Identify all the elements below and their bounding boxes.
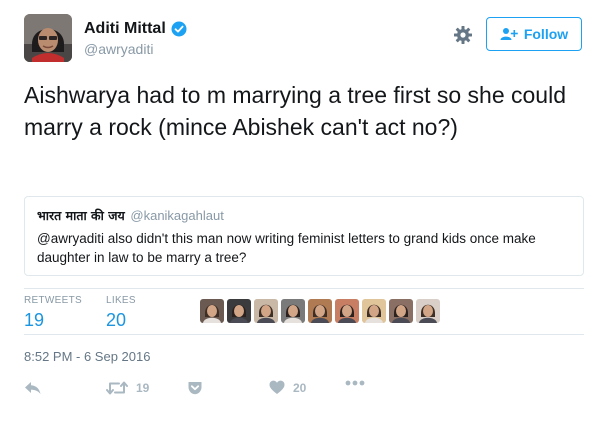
quoted-tweet-text: @awryaditi also didn't this man now writ… [37,231,536,265]
gear-icon[interactable] [453,25,473,45]
follow-label: Follow [523,26,569,42]
pocket-icon [188,382,202,395]
liked-by-avatar[interactable] [281,299,305,323]
like-count: 20 [293,380,307,395]
reply-button[interactable] [24,380,42,396]
like-button[interactable]: 20 [269,380,306,395]
stats-divider-top [24,288,584,289]
liked-by-avatar[interactable] [335,299,359,323]
retweet-button[interactable]: 19 [106,380,149,396]
liked-by-avatar[interactable] [389,299,413,323]
likes-count[interactable]: 20 [106,310,136,331]
pocket-button[interactable] [187,380,203,396]
quoted-tweet-handle: @kanikagahlaut [130,208,224,223]
heart-icon [269,380,285,394]
more-icon [345,380,365,386]
stats-divider-bottom [24,334,584,335]
liked-by-avatar[interactable] [308,299,332,323]
likes-stat[interactable]: LIKES 20 [106,295,136,331]
quoted-tweet[interactable]: भारत माता की जय @kanikagahlaut @awryadit… [24,196,584,276]
liked-by-avatar[interactable] [416,299,440,323]
author-display-name[interactable]: Aditi Mittal [84,20,166,38]
quoted-tweet-name: भारत माता की जय [37,208,125,223]
liked-by-avatar[interactable] [362,299,386,323]
more-button[interactable] [345,380,365,386]
likes-label: LIKES [106,295,136,306]
tweet-text: Aishwarya had to m marrying a tree first… [24,82,567,140]
author-handle[interactable]: @awryaditi [84,41,187,57]
add-user-icon [500,28,518,40]
tweet-timestamp[interactable]: 8:52 PM - 6 Sep 2016 [24,349,150,364]
liked-by-avatar[interactable] [200,299,224,323]
reply-icon [25,382,41,394]
author-avatar[interactable] [24,14,72,62]
liked-by-avatars [200,299,440,323]
verified-badge-icon [171,21,187,37]
avatar-photo [24,14,72,62]
liked-by-avatar[interactable] [227,299,251,323]
quoted-tweet-header: भारत माता की जय @kanikagahlaut [37,207,571,224]
retweet-count: 19 [136,381,150,395]
author-info[interactable]: Aditi Mittal @awryaditi [84,20,187,57]
retweets-count[interactable]: 19 [24,310,82,331]
retweets-stat[interactable]: RETWEETS 19 [24,295,82,331]
retweet-icon [106,381,128,395]
liked-by-avatar[interactable] [254,299,278,323]
follow-button[interactable]: Follow [486,17,582,51]
retweets-label: RETWEETS [24,295,82,306]
